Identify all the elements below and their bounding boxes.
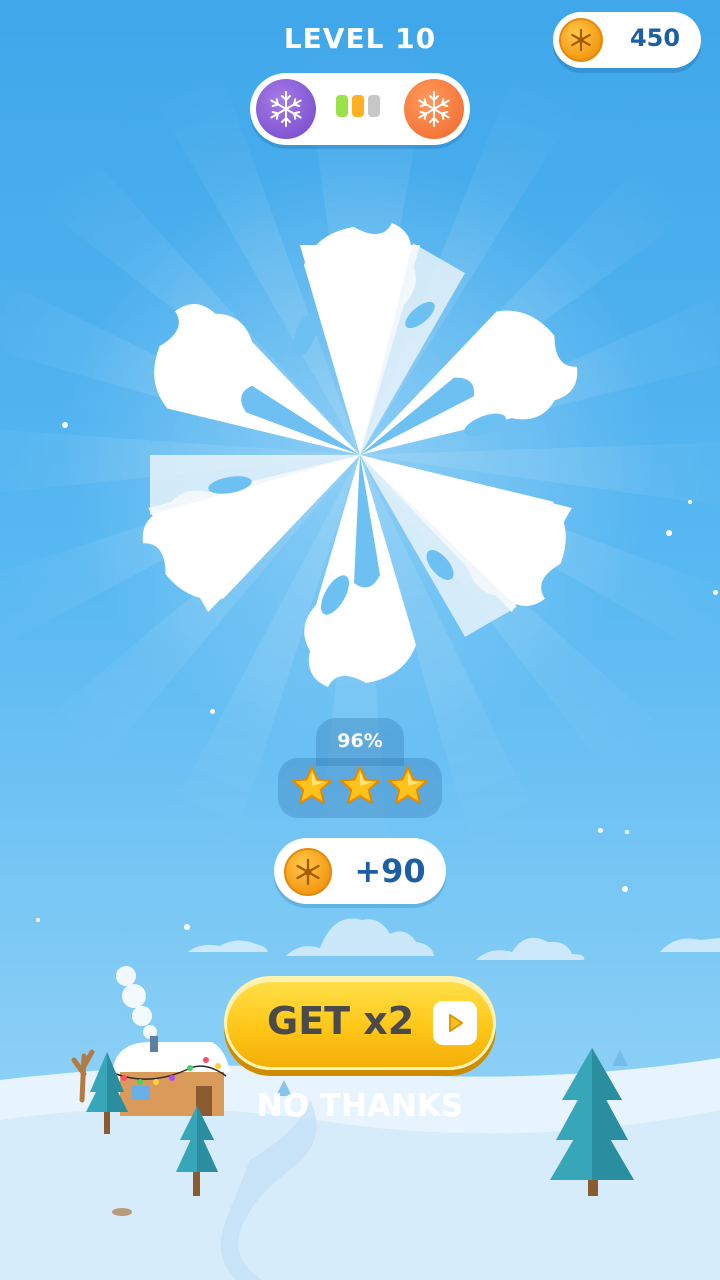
get-x2-label: GET x2 bbox=[267, 999, 415, 1043]
star-rating bbox=[290, 764, 430, 808]
get-x2-button[interactable]: GET x2 bbox=[224, 976, 496, 1070]
snow-dot bbox=[210, 709, 215, 714]
cloud bbox=[188, 918, 720, 960]
paper-snowflake bbox=[131, 223, 589, 687]
snowflake-coin-icon bbox=[559, 18, 603, 62]
progress-segments bbox=[336, 95, 386, 119]
snow-dot bbox=[598, 828, 603, 833]
snow-dot bbox=[713, 590, 718, 595]
snowflake-icon bbox=[404, 79, 464, 139]
progress-segment bbox=[336, 95, 348, 117]
snow-dot bbox=[625, 830, 629, 834]
snow-dot bbox=[666, 530, 672, 536]
snowflake-coin-icon bbox=[284, 848, 332, 896]
star-icon bbox=[388, 766, 428, 804]
match-percent: 96% bbox=[337, 730, 383, 752]
snow-dot bbox=[688, 500, 692, 504]
coin-count: 450 bbox=[629, 24, 681, 52]
coin-balance[interactable]: 450 bbox=[553, 12, 701, 68]
star-icon bbox=[340, 766, 380, 804]
reward-badge: +90 bbox=[274, 838, 446, 904]
play-icon bbox=[433, 1001, 477, 1045]
reward-amount: +90 bbox=[354, 852, 426, 890]
winter-landscape bbox=[0, 918, 720, 1280]
no-thanks-button[interactable]: NO THANKS bbox=[0, 1088, 720, 1124]
level-progress bbox=[250, 73, 470, 145]
snowflake-icon bbox=[256, 79, 316, 139]
progress-segment bbox=[368, 95, 380, 117]
star-icon bbox=[292, 766, 332, 804]
snow-dot bbox=[62, 422, 68, 428]
progress-segment bbox=[352, 95, 364, 117]
